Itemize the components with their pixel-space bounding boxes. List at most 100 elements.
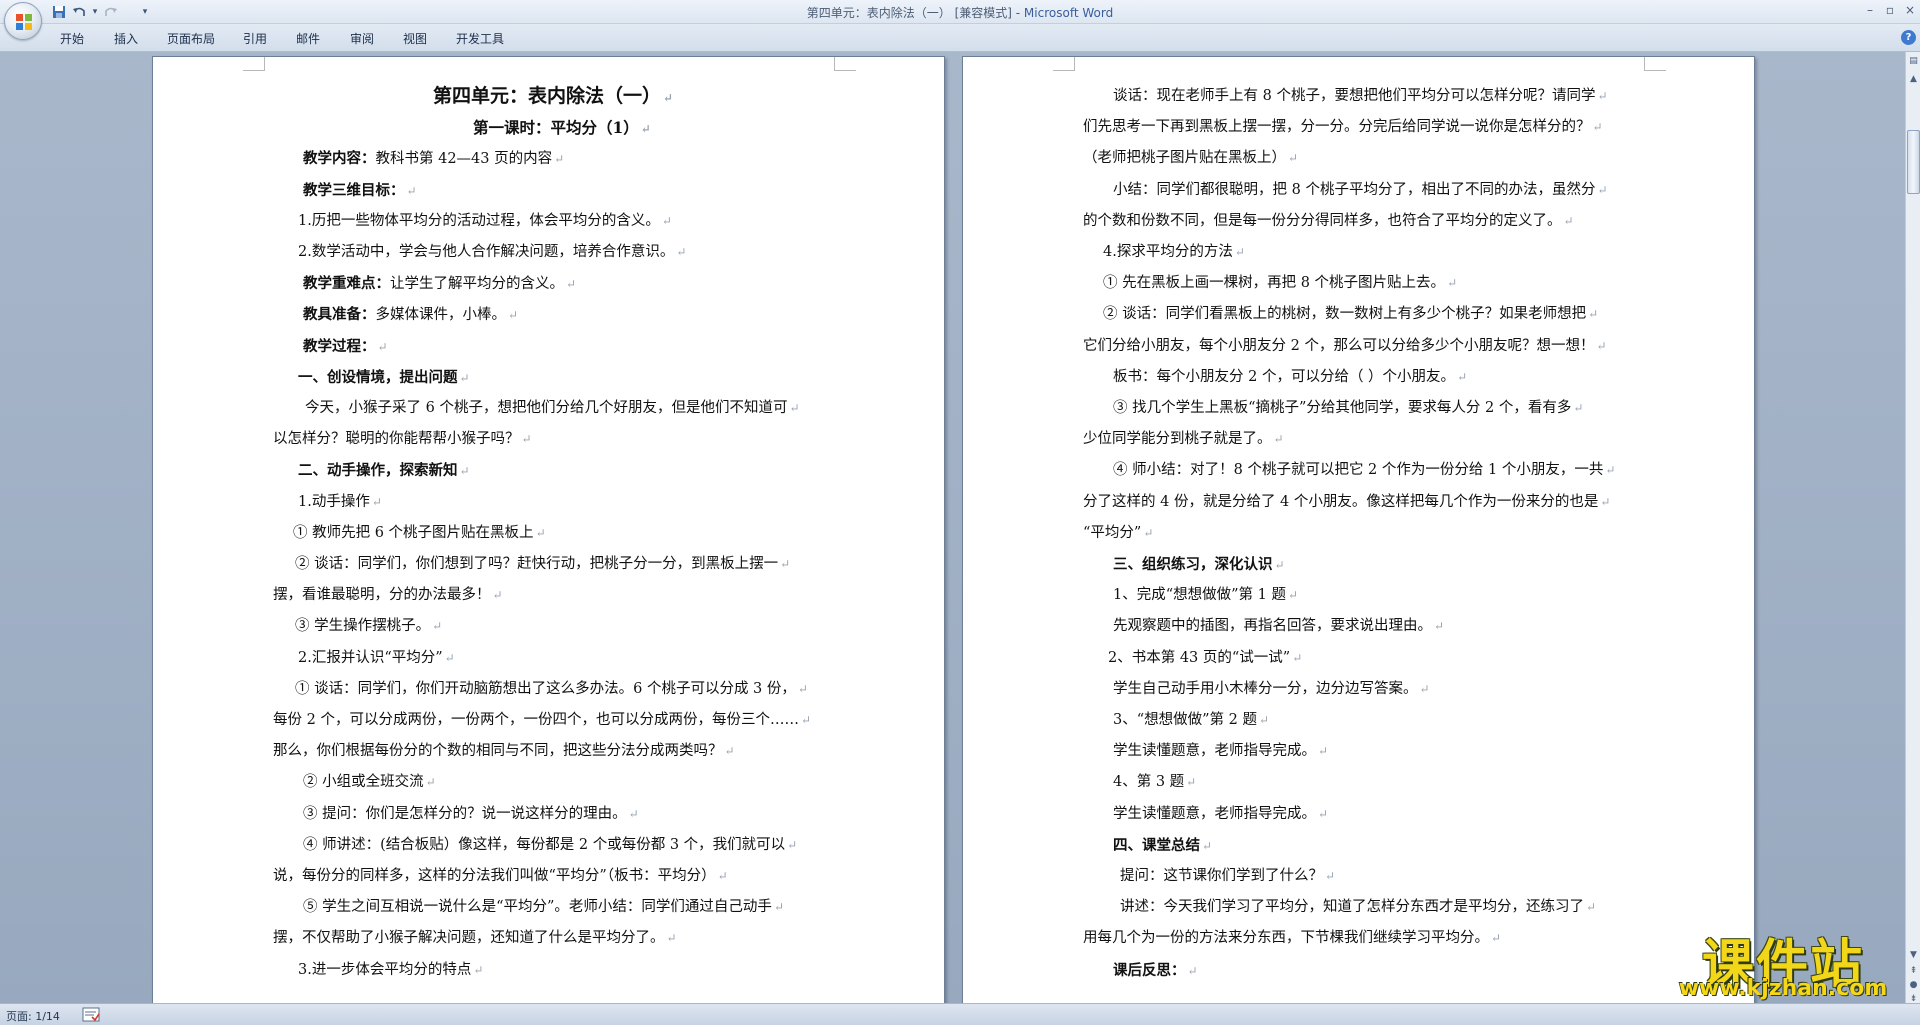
tab-home[interactable]: 开始 xyxy=(60,30,84,47)
paragraph-text: 2.汇报并认识“平均分” xyxy=(298,649,443,666)
paragraph-mark-icon: ↵ xyxy=(676,245,687,259)
paragraph-text: 讲述：今天我们学习了平均分，知道了怎样分东西才是平均分，还练习了 xyxy=(1120,899,1584,916)
paragraph-text: 少位同学能分到桃子就是了。 xyxy=(1083,431,1272,448)
paragraph-label: 教学内容： xyxy=(303,150,376,168)
paragraph-line: ④ 师讲述：(结合板贴）像这样，每份都是 2 个或每份都 3 个，我们就可以 ↵ xyxy=(303,830,797,861)
paragraph-text: 的个数和份数不同，但是每一份分分得同样多，也符合了平均分的定义了。 xyxy=(1083,212,1562,229)
paragraph-line: 小结：同学们都很聪明，把 8 个桃子平均分了，相出了不同的办法，虽然分 ↵ xyxy=(1113,175,1608,206)
previous-page-icon[interactable]: ⇞ xyxy=(1907,964,1920,978)
tab-references[interactable]: 引用 xyxy=(243,30,267,47)
paragraph-line: 先观察题中的插图，再指名回答，要求说出理由。 ↵ xyxy=(1113,611,1444,642)
paragraph-mark-icon: ↵ xyxy=(1143,525,1154,540)
paragraph-mark-icon: ↵ xyxy=(1573,401,1584,415)
tab-page-layout[interactable]: 页面布局 xyxy=(167,30,215,47)
save-icon[interactable] xyxy=(50,3,68,21)
paragraph-mark-icon: ↵ xyxy=(1288,588,1299,603)
select-browse-object-icon[interactable]: ● xyxy=(1907,978,1920,992)
help-icon[interactable]: ? xyxy=(1901,30,1916,45)
qat-dropdown-icon[interactable]: ▾ xyxy=(136,3,154,21)
paragraph-text: 说，每份分的同样多，这样的分法我们叫做“平均分”（板书：平均分） xyxy=(273,868,716,884)
crop-mark xyxy=(1644,57,1666,71)
crop-mark xyxy=(1053,57,1075,71)
paragraph-line: 三、组织练习，深化认识 ↵ xyxy=(1113,549,1285,580)
paragraph-line: 3、“想想做做”第 2 题 ↵ xyxy=(1113,705,1269,736)
paragraph-text: 第一课时：平均分（1） xyxy=(473,118,639,138)
paragraph-text: ① 先在黑板上画一棵树，再把 8 个桃子图片贴上去。 xyxy=(1103,275,1446,292)
paragraph-mark-icon: ↵ xyxy=(1563,213,1574,228)
ribbon-tabs: 开始 插入 页面布局 引用 邮件 审阅 视图 开发工具 ? xyxy=(0,24,1920,52)
paragraph-line: 1.历把一些物体平均分的活动过程，体会平均分的含义。 ↵ xyxy=(298,206,672,237)
scroll-up-icon[interactable]: ▲ xyxy=(1907,72,1920,86)
scroll-down-icon[interactable]: ▼ xyxy=(1907,948,1920,962)
document-title: 第四单元：表内除法（一） [兼容模式] - xyxy=(806,6,1024,20)
title-bar: ▾ ▾ 第四单元：表内除法（一） [兼容模式] - Microsoft Word… xyxy=(0,0,1920,40)
paragraph-mark-icon: ↵ xyxy=(1259,713,1270,727)
document-page-left[interactable]: 第四单元：表内除法（一） ↵ 第一课时：平均分（1） ↵ 教学内容：教科书第 42—43… xyxy=(152,56,945,1003)
tab-insert[interactable]: 插入 xyxy=(114,30,138,47)
paragraph-mark-icon: ↵ xyxy=(724,744,735,759)
paragraph-label: 教具准备： xyxy=(303,306,376,324)
paragraph-text: 1.动手操作 xyxy=(298,493,370,510)
paragraph-line: 4.探求平均分的方法 ↵ xyxy=(1103,237,1245,268)
paragraph-mark-icon: ↵ xyxy=(717,869,728,883)
paragraph-text: 学生自己动手用小木棒分一分，边分边写答案。 xyxy=(1113,680,1418,697)
paragraph-line: ④ 师小结：对了！8 个桃子就可以把它 2 个作为一份分给 1 个小朋友，一共 ↵ xyxy=(1113,455,1615,486)
paragraph-line: 分了这样的 4 份，就是分给了 4 个小朋友。像这样把每几个作为一份来分的也是 ↵ xyxy=(1083,487,1610,518)
paragraph-line: 提问：这节课你们学到了什么？ ↵ xyxy=(1120,861,1335,892)
paragraph-line: 说，每份分的同样多，这样的分法我们叫做“平均分”（板书：平均分） ↵ xyxy=(273,861,728,892)
paragraph-line: 2.汇报并认识“平均分” ↵ xyxy=(298,643,455,674)
minimize-icon[interactable]: – xyxy=(1863,2,1877,18)
vertical-scrollbar[interactable]: ▤ ▲ ▼ ⇞ ● ⇟ xyxy=(1905,52,1920,1004)
paragraph-line: 以怎样分？聪明的你能帮帮小猴子吗？ ↵ xyxy=(273,424,532,455)
paragraph-mark-icon: ↵ xyxy=(789,401,800,415)
paragraph-line: ⑤ 学生之间互相说一说什么是“平均分”。老师小结：同学们通过自己动手 ↵ xyxy=(303,892,784,923)
office-button[interactable] xyxy=(4,2,42,40)
paragraph-line: 板书：每个小朋友分 2 个，可以分给（ ）个小朋友。 ↵ xyxy=(1113,362,1467,393)
paragraph-line: 四、课堂总结 ↵ xyxy=(1113,830,1212,861)
scrollbar-thumb[interactable] xyxy=(1907,130,1920,194)
paragraph-mark-icon: ↵ xyxy=(1419,681,1430,696)
tab-developer[interactable]: 开发工具 xyxy=(456,30,504,47)
status-page-info[interactable]: 页面: 1/14 xyxy=(6,1008,60,1024)
paragraph-label: 四、课堂总结 xyxy=(1113,836,1200,854)
paragraph-mark-icon: ↵ xyxy=(554,152,565,167)
tab-review[interactable]: 审阅 xyxy=(350,30,374,47)
proofing-icon[interactable] xyxy=(82,1007,100,1022)
paragraph-line: 每份 2 个，可以分成两份，一份两个，一份四个，也可以分成两份，每份三个…… ↵ xyxy=(273,705,811,736)
app-name: Microsoft Word xyxy=(1023,6,1114,20)
paragraph-line: 摆，不仅帮助了小猴子解决问题，还知道了什么是平均分了。 ↵ xyxy=(273,923,677,954)
paragraph-line: 少位同学能分到桃子就是了。 ↵ xyxy=(1083,424,1284,455)
redo-icon[interactable] xyxy=(102,3,120,21)
paragraph-mark-icon: ↵ xyxy=(1273,432,1284,447)
close-icon[interactable]: × xyxy=(1903,2,1917,18)
document-page-right[interactable]: 谈话：现在老师手上有 8 个桃子，要想把他们平均分可以怎样分呢？请同学 ↵ 们先思考… xyxy=(962,56,1755,1003)
paragraph-text: ① 谈话：同学们，你们开动脑筋想出了这么多办法。6 个桃子可以分成 3 份， xyxy=(295,680,796,697)
paragraph-line: ② 谈话：同学们看黑板上的桃树，数一数树上有多少个桃子？如果老师想把 ↵ xyxy=(1103,299,1598,330)
paragraph-mark-icon: ↵ xyxy=(1288,151,1299,166)
restore-icon[interactable]: ▫ xyxy=(1883,2,1897,18)
paragraph-mark-icon: ↵ xyxy=(661,213,672,228)
paragraph-mark-icon: ↵ xyxy=(1586,900,1597,915)
paragraph-line: ③ 学生操作摆桃子。 ↵ xyxy=(295,611,442,642)
paragraph-line: ① 先在黑板上画一棵树，再把 8 个桃子图片贴上去。 ↵ xyxy=(1103,268,1457,299)
paragraph-line: 讲述：今天我们学习了平均分，知道了怎样分东西才是平均分，还练习了 ↵ xyxy=(1120,892,1596,923)
paragraph-line: 课后反思： ↵ xyxy=(1113,955,1198,986)
paragraph-mark-icon: ↵ xyxy=(1596,338,1607,353)
paragraph-line: 谈话：现在老师手上有 8 个桃子，要想把他们平均分可以怎样分呢？请同学 ↵ xyxy=(1113,81,1608,112)
paragraph-text: 板书：每个小朋友分 2 个，可以分给（ ）个小朋友。 xyxy=(1113,368,1456,385)
crop-mark xyxy=(243,57,265,71)
tab-view[interactable]: 视图 xyxy=(403,30,427,47)
paragraph-text: 谈话：现在老师手上有 8 个桃子，要想把他们平均分可以怎样分呢？请同学 xyxy=(1113,88,1596,104)
paragraph-line: 教学内容：教科书第 42—43 页的内容 ↵ xyxy=(303,143,564,174)
paragraph-mark-icon: ↵ xyxy=(566,277,577,292)
paragraph-line: ① 教师先把 6 个桃子图片贴在黑板上 ↵ xyxy=(293,518,546,549)
paragraph-mark-icon: ↵ xyxy=(1600,494,1611,509)
ruler-toggle-icon[interactable]: ▤ xyxy=(1907,54,1920,68)
paragraph-mark-icon: ↵ xyxy=(1292,650,1303,665)
paragraph-mark-icon: ↵ xyxy=(1597,182,1608,197)
tab-mailings[interactable]: 邮件 xyxy=(296,30,320,47)
paragraph-text: 以怎样分？聪明的你能帮帮小猴子吗？ xyxy=(273,431,520,448)
paragraph-mark-icon: ↵ xyxy=(1234,245,1245,259)
paragraph-text: 摆，看谁最聪明，分的办法最多！ xyxy=(273,587,491,604)
paragraph-mark-icon: ↵ xyxy=(1187,963,1198,978)
